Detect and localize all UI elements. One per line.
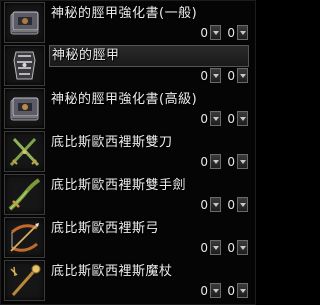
quantity-value: 0 — [200, 111, 208, 126]
quantity-value: 0 — [200, 68, 208, 83]
quantity-value: 0 — [200, 240, 208, 255]
quantity-dropdown-button[interactable] — [210, 25, 221, 40]
list-item[interactable]: 底比斯歐西裡斯雙刀 0 0 — [1, 130, 257, 173]
quantity-dropdown-button[interactable] — [210, 240, 221, 255]
quantity-controls: 0 0 — [199, 24, 251, 41]
item-name: 底比斯歐西裡斯雙刀 — [51, 135, 173, 150]
list-item[interactable]: 底比斯歐西裡斯雙手劍 0 0 — [1, 173, 257, 216]
book-icon — [4, 88, 45, 129]
quantity-dropdown-button[interactable] — [210, 283, 221, 298]
quantity-dropdown-button[interactable] — [237, 197, 248, 212]
quantity-dropdown-button[interactable] — [210, 197, 221, 212]
quantity-value: 0 — [227, 240, 235, 255]
book-icon — [4, 2, 45, 43]
quantity-value: 0 — [227, 283, 235, 298]
quantity-value: 0 — [200, 25, 208, 40]
dual-blades-icon — [4, 131, 45, 172]
item-name: 神秘的脛甲強化書(一般) — [51, 6, 198, 21]
quantity-dropdown-button[interactable] — [210, 154, 221, 169]
quantity-value: 0 — [227, 25, 235, 40]
quantity-controls: 0 0 — [199, 196, 251, 213]
staff-icon — [4, 260, 45, 301]
quantity-controls: 0 0 — [199, 67, 251, 84]
quantity-dropdown-button[interactable] — [237, 240, 248, 255]
quantity-value: 0 — [227, 197, 235, 212]
list-item[interactable]: 神秘的脛甲強化書(一般) 0 0 — [1, 1, 257, 44]
list-item[interactable]: 底比斯歐西裡斯魔杖 0 0 — [1, 259, 257, 302]
quantity-dropdown-button[interactable] — [237, 154, 248, 169]
quantity-dropdown-button[interactable] — [237, 111, 248, 126]
item-name: 底比斯歐西裡斯魔杖 — [51, 264, 173, 279]
quantity-dropdown-button[interactable] — [237, 283, 248, 298]
item-name: 底比斯歐西裡斯雙手劍 — [51, 178, 187, 193]
item-name: 神秘的脛甲 — [49, 45, 249, 67]
quantity-value: 0 — [200, 154, 208, 169]
quantity-value: 0 — [227, 111, 235, 126]
quantity-controls: 0 0 — [199, 239, 251, 256]
quantity-value: 0 — [200, 197, 208, 212]
list-item[interactable]: 神秘的脛甲 0 0 — [1, 44, 257, 87]
bow-icon — [4, 217, 45, 258]
quantity-value: 0 — [227, 68, 235, 83]
quantity-dropdown-button[interactable] — [237, 25, 248, 40]
quantity-value: 0 — [227, 154, 235, 169]
two-handed-sword-icon — [4, 174, 45, 215]
quantity-dropdown-button[interactable] — [210, 111, 221, 126]
item-name: 底比斯歐西裡斯弓 — [51, 221, 160, 236]
quantity-controls: 0 0 — [199, 110, 251, 127]
list-item[interactable]: 神秘的脛甲強化書(高級) 0 0 — [1, 87, 257, 130]
quantity-controls: 0 0 — [199, 153, 251, 170]
quantity-controls: 0 0 — [199, 282, 251, 299]
quantity-dropdown-button[interactable] — [237, 68, 248, 83]
quantity-dropdown-button[interactable] — [210, 68, 221, 83]
greaves-icon — [4, 45, 45, 86]
item-name: 神秘的脛甲強化書(高級) — [51, 92, 198, 107]
list-item[interactable]: 底比斯歐西裡斯弓 0 0 — [1, 216, 257, 259]
quantity-value: 0 — [200, 283, 208, 298]
item-list-panel: 神秘的脛甲強化書(一般) 0 0 神秘的脛甲 0 0 神秘的脛甲強化書(高級) … — [0, 0, 256, 305]
